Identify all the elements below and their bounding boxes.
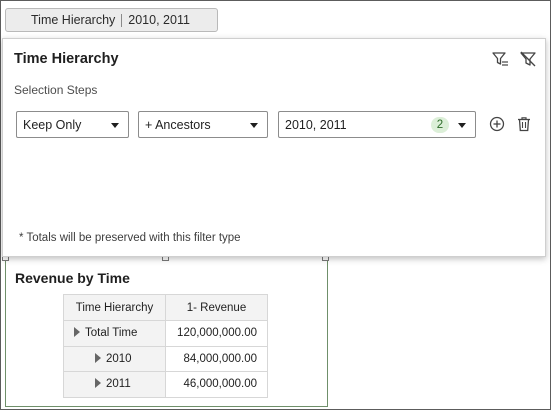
chevron-down-icon	[458, 123, 466, 128]
member-count-badge: 2	[431, 117, 449, 133]
column-header-time-hierarchy[interactable]: Time Hierarchy	[63, 294, 166, 321]
revenue-cell: 120,000,000.00	[165, 320, 268, 347]
filter-chip-label: Time Hierarchy	[31, 13, 116, 27]
filter-chip-value: 2010, 2011	[128, 13, 190, 27]
report-title: Revenue by Time	[15, 270, 130, 286]
step-members-value: 2010, 2011	[285, 117, 347, 132]
row-label: 2011	[106, 378, 131, 391]
table-row: Total Time 120,000,000.00	[63, 320, 268, 347]
step-action-value: Keep Only	[23, 117, 82, 132]
filter-popup: Time Hierarchy Selection Steps Keep Only…	[2, 38, 546, 257]
chevron-down-icon	[250, 123, 258, 128]
chevron-down-icon	[111, 123, 119, 128]
expand-icon[interactable]	[95, 352, 101, 363]
expand-icon[interactable]	[95, 378, 101, 389]
table-row: 2011 46,000,000.00	[63, 371, 268, 398]
row-label-cell[interactable]: 2010	[63, 345, 166, 372]
filter-options-icon[interactable]	[490, 49, 510, 69]
step-members-select[interactable]: 2010, 2011 2	[278, 111, 476, 138]
totals-note: * Totals will be preserved with this fil…	[19, 232, 241, 244]
step-action-select[interactable]: Keep Only	[16, 111, 129, 138]
filter-chip-time-hierarchy[interactable]: Time Hierarchy 2010, 2011	[5, 8, 218, 32]
row-label-cell[interactable]: 2011	[63, 371, 166, 398]
revenue-table: Time Hierarchy 1- Revenue Total Time 120…	[63, 294, 268, 398]
delete-step-icon[interactable]	[515, 115, 533, 133]
clear-filter-icon[interactable]	[518, 49, 538, 69]
filter-chip-separator	[121, 13, 123, 27]
selection-steps-label: Selection Steps	[14, 83, 98, 97]
row-label: 2010	[106, 352, 132, 365]
column-header-revenue[interactable]: 1- Revenue	[165, 294, 268, 321]
table-row: 2010 84,000,000.00	[63, 345, 268, 372]
row-label: Total Time	[85, 327, 138, 340]
revenue-cell: 46,000,000.00	[165, 371, 268, 398]
step-relation-value: + Ancestors	[145, 117, 211, 132]
row-label-cell[interactable]: Total Time	[63, 320, 166, 347]
revenue-cell: 84,000,000.00	[165, 345, 268, 372]
table-header-row: Time Hierarchy 1- Revenue	[63, 294, 268, 321]
expand-icon[interactable]	[74, 327, 80, 338]
popup-title: Time Hierarchy	[14, 51, 119, 67]
add-step-icon[interactable]	[488, 115, 506, 133]
step-relation-select[interactable]: + Ancestors	[138, 111, 268, 138]
